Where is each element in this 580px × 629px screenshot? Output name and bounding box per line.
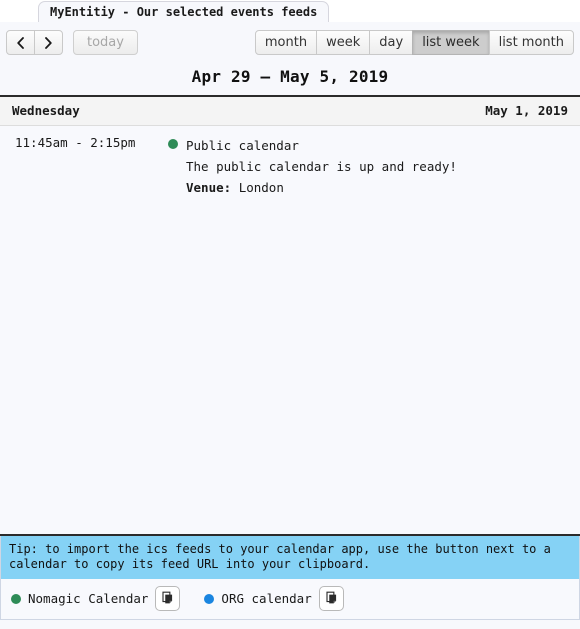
- legend-color-dot: [11, 593, 21, 604]
- tab-bar: MyEntitiy - Our selected events feeds: [0, 0, 580, 22]
- event-color-dot: [168, 139, 178, 149]
- event-list-item[interactable]: 11:45am - 2:15pm Public calendar The pub…: [0, 126, 580, 208]
- legend-label: ORG calendar: [221, 591, 312, 606]
- day-header-weekday: Wednesday: [12, 103, 80, 118]
- legend-color-dot: [204, 593, 215, 604]
- view-button-day[interactable]: day: [369, 30, 414, 55]
- view-button-list-week[interactable]: list week: [412, 30, 490, 55]
- page-title-tab[interactable]: MyEntitiy - Our selected events feeds: [38, 1, 330, 22]
- event-venue-label: Venue:: [186, 180, 232, 195]
- chevron-right-icon: [44, 36, 53, 49]
- legend-item-org: ORG calendar: [204, 586, 344, 611]
- calendar-legend: Nomagic Calendar ORG calendar: [1, 579, 579, 618]
- copy-feed-url-button-org[interactable]: [318, 586, 344, 611]
- view-button-week[interactable]: week: [316, 30, 371, 55]
- calendar-toolbar: today month week day list week list mont…: [0, 22, 580, 64]
- copy-icon: [160, 591, 175, 606]
- prev-period-button[interactable]: [6, 30, 35, 55]
- legend-item-nomagic: Nomagic Calendar: [11, 586, 181, 611]
- event-venue-line: Venue: London: [186, 177, 568, 198]
- copy-icon: [324, 591, 339, 606]
- event-title[interactable]: Public calendar: [186, 135, 568, 156]
- footer: Tip: to import the ics feeds to your cal…: [0, 536, 580, 620]
- day-header-date: May 1, 2019: [485, 103, 568, 118]
- event-list-view: Wednesday May 1, 2019 11:45am - 2:15pm P…: [0, 95, 580, 536]
- next-period-button[interactable]: [34, 30, 63, 55]
- event-description: The public calendar is up and ready!: [186, 159, 457, 174]
- chevron-left-icon: [16, 36, 25, 49]
- event-venue-value: London: [238, 180, 284, 195]
- toolbar-right-group: month week day list week list month: [254, 30, 574, 55]
- legend-label: Nomagic Calendar: [28, 591, 149, 606]
- view-button-list-month[interactable]: list month: [488, 30, 574, 55]
- view-switcher: month week day list week list month: [254, 30, 574, 55]
- day-header-row: Wednesday May 1, 2019: [0, 97, 580, 126]
- today-button[interactable]: today: [73, 30, 138, 55]
- toolbar-left-group: today: [6, 30, 138, 55]
- view-button-month[interactable]: month: [254, 30, 318, 55]
- event-details: Public calendar The public calendar is u…: [186, 135, 568, 198]
- nav-button-group: [6, 30, 63, 55]
- copy-feed-url-button-nomagic[interactable]: [155, 586, 181, 611]
- calendar-period-title: Apr 29 – May 5, 2019: [191, 67, 389, 86]
- event-time: 11:45am - 2:15pm: [15, 135, 136, 150]
- event-dot-cell: [160, 135, 186, 149]
- tip-banner: Tip: to import the ics feeds to your cal…: [1, 536, 579, 579]
- calendar-app: MyEntitiy - Our selected events feeds to…: [0, 0, 580, 629]
